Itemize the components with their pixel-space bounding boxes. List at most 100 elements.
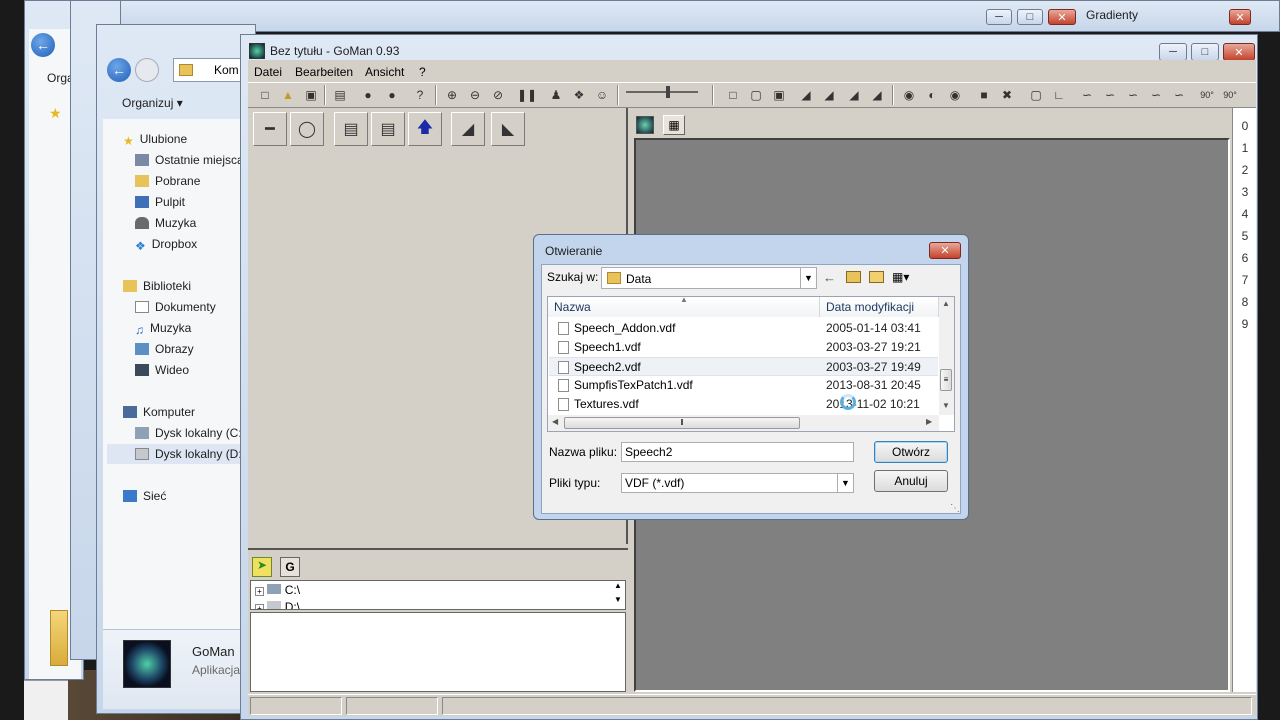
- menu-help[interactable]: ?: [419, 64, 426, 80]
- contrast-icon[interactable]: ◐: [923, 86, 941, 104]
- save-icon[interactable]: ▣: [302, 86, 320, 104]
- close-button[interactable]: ✕: [1223, 43, 1255, 61]
- bg-close-button-2[interactable]: ✕: [1229, 9, 1251, 25]
- bg-minimize-button[interactable]: ─: [986, 9, 1012, 25]
- g-icon[interactable]: G: [280, 557, 300, 577]
- grid-icon[interactable]: ❖: [570, 86, 588, 104]
- expand-icon[interactable]: +: [255, 604, 264, 609]
- open-folder-icon[interactable]: ▲: [279, 86, 297, 104]
- vertical-scrollbar[interactable]: ▲ ≡ ▼: [939, 297, 954, 415]
- tool-layers-icon[interactable]: ▤: [334, 112, 368, 146]
- path-icon-5[interactable]: ∽: [1170, 86, 1188, 104]
- zoom-slider[interactable]: [626, 91, 698, 93]
- file-row[interactable]: SumpfisTexPatch1.vdf 2013-08-31 20:45: [549, 376, 938, 395]
- nav-item-music[interactable]: Muzyka: [135, 213, 196, 233]
- file-row[interactable]: Textures.vdf 2013-11-02 10:21: [549, 395, 938, 414]
- explorer-back-button[interactable]: ←: [107, 58, 131, 82]
- nav-item-recent[interactable]: Ostatnie miejsca: [135, 150, 244, 170]
- tool-plane-icon-2[interactable]: ◣: [491, 112, 525, 146]
- fill-icon[interactable]: ■: [975, 86, 993, 104]
- libraries-header[interactable]: Biblioteki: [123, 276, 191, 296]
- nav-item-music-lib[interactable]: ♫ Muzyka: [135, 318, 191, 338]
- open-button[interactable]: Otwórz: [874, 441, 948, 463]
- path-icon-2[interactable]: ∽: [1101, 86, 1119, 104]
- scroll-thumb[interactable]: ≡: [940, 369, 952, 391]
- network-item[interactable]: Sieć: [123, 486, 166, 506]
- path-icon-3[interactable]: ∽: [1124, 86, 1142, 104]
- zoom-slider-thumb[interactable]: [666, 86, 670, 98]
- scroll-right-icon[interactable]: ▶: [926, 417, 932, 426]
- tree-scroll-down[interactable]: ▼: [611, 595, 625, 609]
- portrait-icon[interactable]: ☺: [593, 86, 611, 104]
- nav-item-desktop[interactable]: Pulpit: [135, 192, 185, 212]
- bg-close-button[interactable]: ✕: [1048, 9, 1076, 25]
- h-scroll-thumb[interactable]: ‖: [564, 417, 800, 429]
- new-file-icon[interactable]: □: [256, 86, 274, 104]
- up-folder-icon[interactable]: [846, 271, 861, 283]
- file-row[interactable]: Speech1.vdf 2003-03-27 19:21: [549, 338, 938, 357]
- new-folder-icon[interactable]: [869, 271, 884, 283]
- diagonal-icon[interactable]: ▢: [747, 86, 765, 104]
- frame-icon[interactable]: ▣: [770, 86, 788, 104]
- tree-item-d[interactable]: + D:\: [255, 600, 300, 609]
- tab-eye-icon[interactable]: [636, 116, 654, 134]
- chevron-down-icon[interactable]: ▼: [800, 268, 816, 288]
- organize-button[interactable]: Organizuj ▾: [122, 96, 183, 110]
- menu-bearbeiten[interactable]: Bearbeiten: [295, 64, 353, 80]
- align-icon-1[interactable]: ◢: [797, 86, 815, 104]
- record-icon[interactable]: ●: [359, 86, 377, 104]
- align-icon-2[interactable]: ◢: [820, 86, 838, 104]
- scroll-up-icon[interactable]: ▲: [942, 299, 950, 308]
- help-icon[interactable]: ?: [411, 86, 429, 104]
- path-icon-4[interactable]: ∽: [1147, 86, 1165, 104]
- view-menu-icon[interactable]: ▦▾: [892, 270, 909, 284]
- zoom-out-icon[interactable]: ⊖: [466, 86, 484, 104]
- look-in-select[interactable]: Data ▼: [601, 267, 817, 289]
- transform-icon[interactable]: ✖: [998, 86, 1016, 104]
- file-list[interactable]: Nazwa ▲ Data modyfikacji Speech_Addon.vd…: [547, 295, 955, 432]
- menu-datei[interactable]: Datei: [254, 64, 282, 80]
- resize-grip-icon[interactable]: ⋱: [950, 503, 960, 514]
- maximize-button[interactable]: □: [1191, 43, 1219, 61]
- tool-layers-icon-2[interactable]: ▤: [371, 112, 405, 146]
- square-icon[interactable]: ▢: [1027, 86, 1045, 104]
- menu-ansicht[interactable]: Ansicht: [365, 64, 404, 80]
- explorer-forward-button[interactable]: [135, 58, 159, 82]
- nav-item-pictures[interactable]: Obrazy: [135, 339, 194, 359]
- column-date[interactable]: Data modyfikacji: [820, 297, 939, 317]
- align-icon-4[interactable]: ◢: [868, 86, 886, 104]
- tool-magnifier-icon[interactable]: ◯: [290, 112, 324, 146]
- tree-item-c[interactable]: + C:\: [255, 583, 300, 597]
- dialog-close-button[interactable]: ✕: [929, 242, 961, 259]
- tool-plane-icon[interactable]: ◢: [451, 112, 485, 146]
- computer-header[interactable]: Komputer: [123, 402, 195, 422]
- tool-bar-icon[interactable]: ━: [253, 112, 287, 146]
- filename-input[interactable]: Speech2: [621, 442, 854, 462]
- bg-maximize-button[interactable]: □: [1017, 9, 1043, 25]
- crop-icon[interactable]: ∟: [1050, 86, 1068, 104]
- scroll-left-icon[interactable]: ◀: [552, 417, 558, 426]
- bulb-icon[interactable]: ◉: [900, 86, 918, 104]
- minimize-button[interactable]: ─: [1159, 43, 1187, 61]
- nav-item-drive-d[interactable]: Dysk lokalny (D:: [107, 444, 253, 464]
- expand-icon[interactable]: +: [255, 587, 264, 596]
- align-icon-3[interactable]: ◢: [845, 86, 863, 104]
- tree-scroll-up[interactable]: ▲: [611, 581, 625, 595]
- chevron-down-icon[interactable]: ▼: [837, 474, 853, 492]
- zoom-in-icon[interactable]: ⊕: [443, 86, 461, 104]
- file-row[interactable]: Speech_Addon.vdf 2005-01-14 03:41: [549, 319, 938, 338]
- person-icon[interactable]: ♟: [547, 86, 565, 104]
- cancel-button[interactable]: Anuluj: [874, 470, 948, 492]
- nav-item-videos[interactable]: Wideo: [135, 360, 189, 380]
- scroll-down-icon[interactable]: ▼: [942, 401, 950, 410]
- horizontal-scrollbar[interactable]: ◀ ‖ ▶: [548, 415, 939, 431]
- rotate-icon[interactable]: 90°: [1198, 86, 1216, 104]
- record-icon-2[interactable]: ●: [383, 86, 401, 104]
- rotate-icon-2[interactable]: 90°: [1221, 86, 1239, 104]
- back-button[interactable]: ←: [31, 33, 55, 57]
- favorites-header[interactable]: ★ Ulubione: [123, 129, 187, 149]
- tab-table-icon[interactable]: ▦: [663, 115, 685, 135]
- nav-item-drive-c[interactable]: Dysk lokalny (C:: [135, 423, 242, 443]
- open-folder-tree-icon[interactable]: ➤: [252, 557, 272, 577]
- paste-icon[interactable]: ▤: [331, 86, 349, 104]
